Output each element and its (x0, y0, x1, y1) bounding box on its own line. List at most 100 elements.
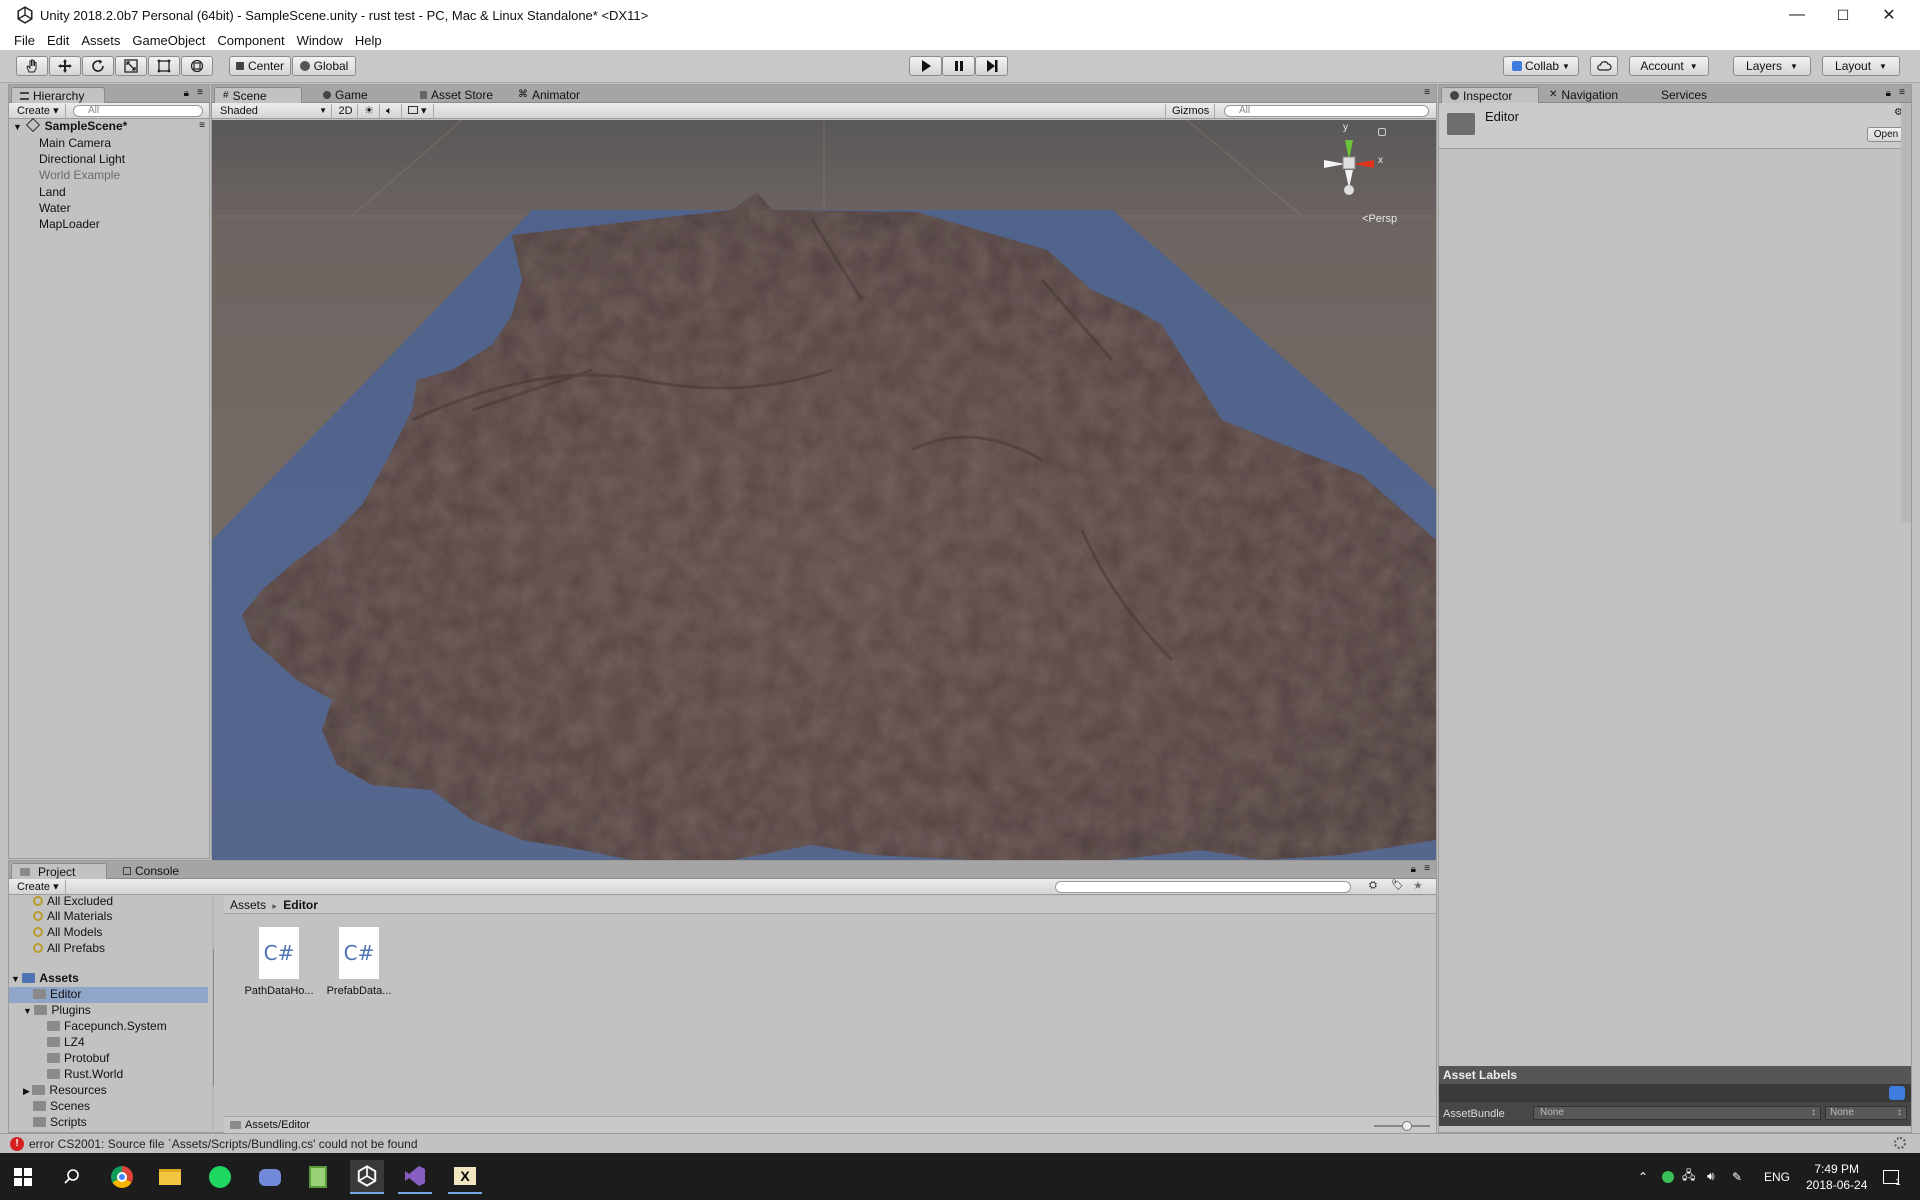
hierarchy-item-directional-light[interactable]: Directional Light (39, 152, 125, 167)
filter-label-icon[interactable]: 🏷︎ (1391, 880, 1404, 891)
visual-studio-taskbar-button[interactable] (398, 1160, 432, 1194)
tree-facepunch-system[interactable]: Facepunch.System (47, 1019, 167, 1034)
pivot-global-toggle[interactable]: Global (292, 56, 356, 76)
unity-taskbar-button[interactable] (350, 1160, 384, 1194)
scene-root[interactable]: ▼ SampleScene* (13, 117, 127, 135)
menu-window[interactable]: Window (283, 33, 343, 48)
account-dropdown[interactable]: Account ▼ (1629, 56, 1709, 76)
breadcrumb-root[interactable]: Assets (230, 898, 266, 912)
rotate-tool-button[interactable] (82, 56, 114, 76)
input-language[interactable]: ENG (1764, 1153, 1790, 1200)
tree-editor[interactable]: Editor (33, 987, 81, 1002)
panel-menu-icon[interactable]: ≡ (197, 87, 203, 98)
status-error-text[interactable]: error CS2001: Source file `Assets/Script… (29, 1137, 418, 1151)
tab-scene[interactable]: # Scene (214, 87, 302, 103)
hierarchy-create-dropdown[interactable]: Create ▾ (11, 104, 66, 118)
menu-help[interactable]: Help (341, 33, 382, 48)
tree-plugins[interactable]: ▼ Plugins (23, 1003, 91, 1019)
scene-viewport[interactable]: y x <Persp (212, 120, 1436, 860)
panel-menu-icon[interactable]: ≡ (1899, 87, 1905, 98)
minimize-button[interactable]: — (1774, 0, 1820, 30)
menu-assets[interactable]: Assets (67, 33, 120, 48)
tab-inspector[interactable]: Inspector (1441, 87, 1539, 103)
file-item[interactable]: C# PathDataHo... (244, 926, 314, 997)
tab-game[interactable]: Game (315, 87, 376, 103)
project-search-input[interactable] (1055, 881, 1351, 893)
lock-icon[interactable]: 🔒︎ (1411, 864, 1416, 875)
panel-menu-icon[interactable]: ≡ (1424, 87, 1430, 98)
hierarchy-search-input[interactable]: All (73, 105, 203, 117)
tree-lz4[interactable]: LZ4 (47, 1035, 85, 1050)
scene-search-input[interactable]: All (1224, 105, 1429, 117)
layout-dropdown[interactable]: Layout ▼ (1822, 56, 1900, 76)
menu-gameobject[interactable]: GameObject (118, 33, 205, 48)
breadcrumb-current[interactable]: Editor (283, 898, 318, 912)
favorite-all-models[interactable]: All Models (33, 925, 102, 940)
step-button[interactable] (975, 56, 1008, 76)
tray-status-icon[interactable] (1662, 1153, 1674, 1200)
scale-tool-button[interactable] (115, 56, 147, 76)
file-item[interactable]: C# PrefabData... (324, 926, 394, 997)
tab-animator[interactable]: ⌘ Animator (510, 87, 588, 103)
action-center-button[interactable]: 1 (1877, 1153, 1907, 1200)
volume-icon[interactable]: 🔊︎ (1707, 1153, 1715, 1200)
hierarchy-item-land[interactable]: Land (39, 185, 66, 200)
favorite-all-excluded[interactable]: All Excluded (33, 896, 113, 909)
lock-icon[interactable]: 🔒︎ (1886, 88, 1891, 99)
filter-type-icon[interactable]: ⛭ (1369, 880, 1377, 891)
discord-taskbar-button[interactable] (253, 1160, 287, 1194)
tree-scrollbar-thumb[interactable] (213, 948, 214, 1088)
rect-tool-button[interactable] (148, 56, 180, 76)
transform-tool-button[interactable] (181, 56, 213, 76)
spotify-taskbar-button[interactable] (203, 1160, 237, 1194)
tree-scripts[interactable]: Scripts (33, 1115, 87, 1130)
menu-edit[interactable]: Edit (33, 33, 69, 48)
favorite-all-materials[interactable]: All Materials (33, 909, 112, 924)
panel-menu-icon[interactable]: ≡ (1424, 863, 1430, 874)
move-tool-button[interactable] (49, 56, 81, 76)
hierarchy-item-main-camera[interactable]: Main Camera (39, 136, 111, 151)
project-create-dropdown[interactable]: Create ▾ (11, 880, 66, 894)
hierarchy-item-water[interactable]: Water (39, 201, 71, 216)
play-button[interactable] (909, 56, 942, 76)
tree-assets[interactable]: ▼ Assets (11, 971, 79, 987)
tab-console[interactable]: Console (115, 863, 187, 879)
tree-scrollbar[interactable] (212, 896, 214, 1134)
tree-scenes[interactable]: Scenes (33, 1099, 90, 1114)
tree-protobuf[interactable]: Protobuf (47, 1051, 109, 1066)
gizmo-lock-icon[interactable] (1378, 128, 1386, 136)
tab-navigation[interactable]: ✕ Navigation (1541, 87, 1626, 103)
close-button[interactable]: ✕ (1866, 0, 1912, 30)
asset-bundle-dropdown[interactable]: None ↕ (1533, 1106, 1821, 1120)
menu-file[interactable]: File (0, 33, 35, 48)
icon-size-slider-thumb[interactable] (1402, 1121, 1412, 1131)
cloud-services-button[interactable] (1590, 56, 1618, 76)
pause-button[interactable] (942, 56, 975, 76)
hierarchy-item-world-example[interactable]: World Example (39, 168, 120, 183)
tree-resources[interactable]: ▶ Resources (23, 1083, 107, 1099)
pivot-center-toggle[interactable]: Center (229, 56, 291, 76)
2d-toggle[interactable]: 2D (334, 104, 358, 118)
maximize-button[interactable]: ☐ (1820, 0, 1866, 30)
chrome-taskbar-button[interactable] (105, 1160, 139, 1194)
layers-dropdown[interactable]: Layers ▼ (1733, 56, 1811, 76)
lighting-toggle[interactable]: ☀ (360, 104, 380, 118)
inspector-scrollbar[interactable] (1901, 103, 1911, 523)
scene-options-icon[interactable]: ≡ (199, 120, 205, 131)
search-taskbar-button[interactable] (55, 1160, 89, 1194)
collab-dropdown[interactable]: Collab ▼ (1503, 56, 1579, 76)
xming-taskbar-button[interactable]: X (448, 1160, 482, 1194)
asset-bundle-variant-dropdown[interactable]: None ↕ (1825, 1106, 1907, 1120)
audio-toggle[interactable]: 🔈︎ (382, 104, 402, 118)
clock[interactable]: 7:49 PM 2018-06-24 (1806, 1153, 1867, 1200)
tab-hierarchy[interactable]: Hierarchy (11, 87, 105, 103)
notepadpp-taskbar-button[interactable] (301, 1160, 335, 1194)
tab-project[interactable]: Project (11, 863, 107, 879)
favorite-star-icon[interactable]: ★ (1413, 879, 1423, 892)
tab-services[interactable]: Services (1653, 87, 1715, 103)
favorite-all-prefabs[interactable]: All Prefabs (33, 941, 105, 956)
network-icon[interactable]: 🖧︎ (1682, 1153, 1695, 1200)
lock-icon[interactable]: 🔒︎ (184, 88, 189, 99)
hierarchy-item-maploader[interactable]: MapLoader (39, 217, 100, 232)
tree-rust-world[interactable]: Rust.World (47, 1067, 123, 1082)
